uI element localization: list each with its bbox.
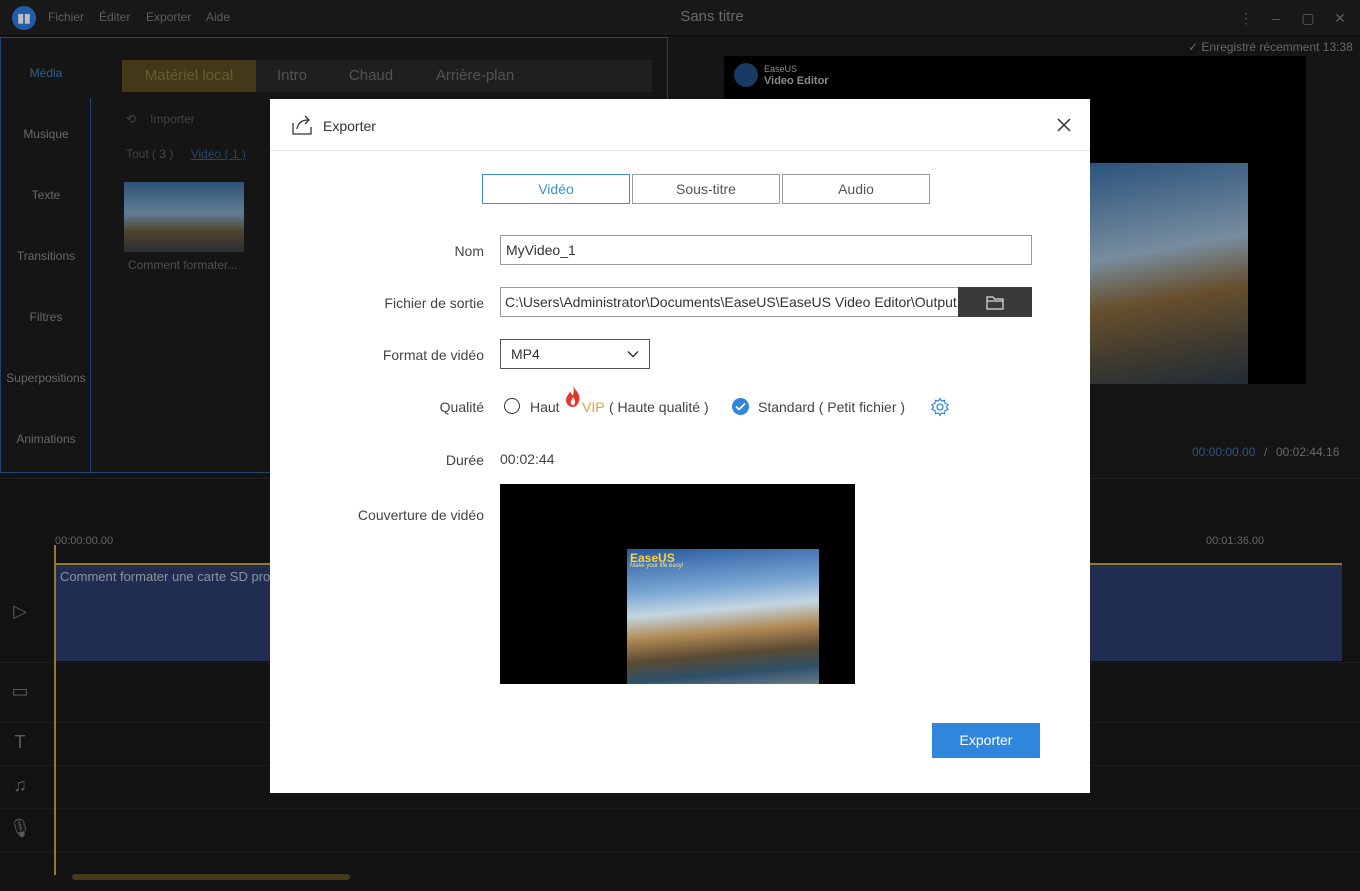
export-dialog: Exporter Vidéo Sous-titre Audio Nom MyVi…	[270, 99, 1090, 793]
duration-value: 00:02:44	[500, 451, 555, 467]
tab-audio[interactable]: Audio	[782, 174, 930, 204]
dialog-title: Exporter	[323, 118, 376, 134]
name-label: Nom	[454, 243, 484, 259]
duration-label: Durée	[445, 452, 484, 468]
export-icon	[292, 115, 312, 135]
folder-icon	[986, 296, 1004, 310]
check-icon	[735, 402, 746, 411]
quality-high-radio[interactable]	[504, 398, 520, 414]
quality-standard-radio[interactable]	[732, 398, 749, 415]
name-input[interactable]: MyVideo_1	[500, 235, 1032, 265]
browse-folder-button[interactable]	[958, 287, 1032, 317]
gear-icon[interactable]	[930, 397, 950, 417]
dialog-header	[270, 99, 1090, 151]
output-path-input[interactable]: C:\Users\Administrator\Documents\EaseUS\…	[500, 287, 958, 317]
tab-subtitle[interactable]: Sous-titre	[632, 174, 780, 204]
vip-badge: VIP	[582, 399, 605, 415]
quality-high-desc: ( Haute qualité )	[609, 399, 709, 415]
output-label: Fichier de sortie	[384, 295, 484, 311]
cover-tagline: Make your life easy!	[630, 563, 684, 569]
cover-label: Couverture de vidéo	[357, 507, 484, 523]
format-label: Format de vidéo	[382, 347, 484, 363]
quality-standard-label: Standard ( Petit fichier )	[758, 399, 906, 415]
close-icon[interactable]	[1052, 113, 1076, 137]
tab-video[interactable]: Vidéo	[482, 174, 630, 204]
fire-icon	[566, 386, 580, 407]
cover-image	[627, 549, 819, 684]
quality-label: Qualité	[439, 399, 484, 415]
chevron-down-icon	[627, 351, 639, 358]
quality-high-label: Haut	[530, 399, 560, 415]
export-button[interactable]: Exporter	[932, 723, 1040, 758]
